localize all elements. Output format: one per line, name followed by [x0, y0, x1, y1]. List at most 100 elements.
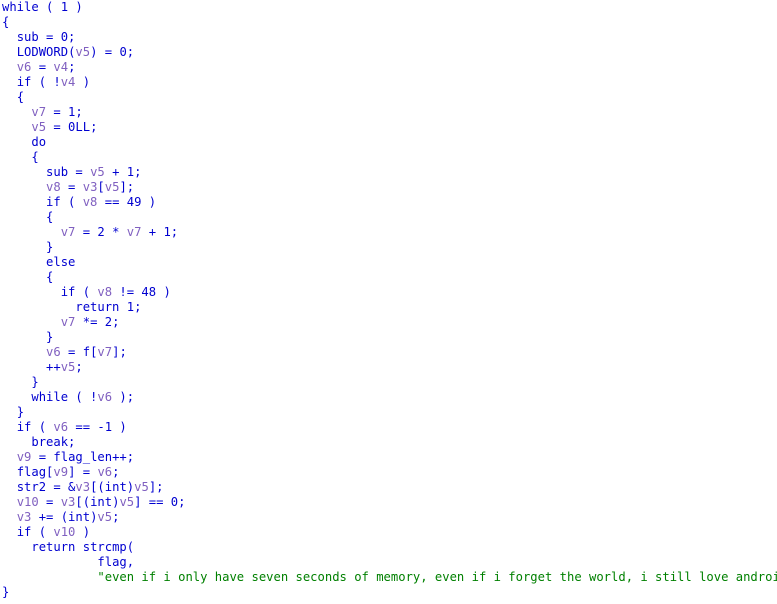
local-variable-token[interactable]: v10: [17, 495, 39, 509]
code-line[interactable]: }: [0, 405, 777, 420]
punctuation-token[interactable]: =: [61, 345, 83, 359]
punctuation-token[interactable]: =: [31, 450, 53, 464]
code-line[interactable]: v10 = v3[(int)v5] == 0;: [0, 495, 777, 510]
code-line[interactable]: return strcmp(: [0, 540, 777, 555]
keyword-token[interactable]: do: [31, 135, 46, 149]
code-line[interactable]: v7 = 1;: [0, 105, 777, 120]
keyword-token[interactable]: else: [46, 255, 75, 269]
local-variable-token[interactable]: v6: [17, 60, 32, 74]
punctuation-token[interactable]: + 1;: [105, 165, 141, 179]
local-variable-token[interactable]: v9: [53, 465, 68, 479]
code-line[interactable]: sub = 0;: [0, 30, 777, 45]
code-line[interactable]: v7 = 2 * v7 + 1;: [0, 225, 777, 240]
code-line[interactable]: if ( v6 == -1 ): [0, 420, 777, 435]
punctuation-token[interactable]: }: [46, 240, 53, 254]
local-variable-token[interactable]: v4: [61, 75, 76, 89]
code-line[interactable]: return 1;: [0, 300, 777, 315]
code-line[interactable]: {: [0, 270, 777, 285]
local-variable-token[interactable]: v8: [46, 180, 61, 194]
global-identifier-token[interactable]: sub: [17, 30, 39, 44]
global-identifier-token[interactable]: flag_len: [53, 450, 112, 464]
code-line[interactable]: if ( v8 != 48 ): [0, 285, 777, 300]
local-variable-token[interactable]: v3: [17, 510, 32, 524]
local-variable-token[interactable]: v7: [61, 315, 76, 329]
code-line[interactable]: "even if i only have seven seconds of me…: [0, 570, 777, 585]
local-variable-token[interactable]: v6: [97, 390, 112, 404]
code-line[interactable]: str2 = &v3[(int)v5];: [0, 480, 777, 495]
keyword-token[interactable]: while ( 1 ): [2, 0, 83, 14]
code-line[interactable]: else: [0, 255, 777, 270]
global-identifier-token[interactable]: strcmp: [83, 540, 127, 554]
punctuation-token[interactable]: == -1 ): [68, 420, 126, 434]
code-line[interactable]: [0, 600, 777, 604]
local-variable-token[interactable]: v7: [31, 105, 46, 119]
punctuation-token[interactable]: ;: [112, 510, 119, 524]
punctuation-token[interactable]: ];: [119, 180, 134, 194]
code-line[interactable]: if ( v8 == 49 ): [0, 195, 777, 210]
code-line[interactable]: sub = v5 + 1;: [0, 165, 777, 180]
punctuation-token[interactable]: ];: [112, 345, 127, 359]
local-variable-token[interactable]: v6: [46, 345, 61, 359]
punctuation-token[interactable]: ): [75, 75, 90, 89]
punctuation-token[interactable]: {: [17, 90, 24, 104]
local-variable-token[interactable]: v4: [53, 60, 68, 74]
local-variable-token[interactable]: v10: [53, 525, 75, 539]
code-line[interactable]: if ( v10 ): [0, 525, 777, 540]
global-identifier-token[interactable]: flag: [97, 555, 126, 569]
local-variable-token[interactable]: v5: [61, 360, 76, 374]
keyword-token[interactable]: return 1;: [75, 300, 141, 314]
punctuation-token[interactable]: ];: [149, 480, 164, 494]
code-line[interactable]: {: [0, 210, 777, 225]
punctuation-token[interactable]: }: [2, 585, 9, 599]
code-line[interactable]: flag[v9] = v6;: [0, 465, 777, 480]
local-variable-token[interactable]: v5: [119, 495, 134, 509]
string-literal-token[interactable]: "even if i only have seven seconds of me…: [97, 570, 777, 584]
punctuation-token[interactable]: = &: [46, 480, 75, 494]
punctuation-token[interactable]: [(int): [75, 495, 119, 509]
code-line[interactable]: {: [0, 90, 777, 105]
punctuation-token[interactable]: = 0LL;: [46, 120, 97, 134]
local-variable-token[interactable]: v5: [75, 45, 90, 59]
code-line[interactable]: }: [0, 375, 777, 390]
punctuation-token[interactable]: }: [46, 330, 53, 344]
keyword-token[interactable]: if (: [17, 420, 54, 434]
punctuation-token[interactable]: += (int): [31, 510, 98, 524]
punctuation-token[interactable]: == 49 ): [97, 195, 156, 209]
punctuation-token[interactable]: }: [31, 375, 38, 389]
code-line[interactable]: while ( !v6 );: [0, 390, 777, 405]
code-line[interactable]: flag,: [0, 555, 777, 570]
code-line[interactable]: v6 = f[v7];: [0, 345, 777, 360]
punctuation-token[interactable]: ++;: [112, 450, 134, 464]
code-line[interactable]: }: [0, 330, 777, 345]
punctuation-token[interactable]: + 1;: [141, 225, 178, 239]
punctuation-token[interactable]: =: [31, 60, 53, 74]
local-variable-token[interactable]: v8: [83, 195, 98, 209]
global-identifier-token[interactable]: str2: [17, 480, 46, 494]
punctuation-token[interactable]: ;: [112, 465, 119, 479]
local-variable-token[interactable]: v8: [97, 285, 112, 299]
punctuation-token[interactable]: *= 2;: [75, 315, 120, 329]
code-line[interactable]: if ( !v4 ): [0, 75, 777, 90]
local-variable-token[interactable]: v9: [17, 450, 32, 464]
keyword-token[interactable]: while ( !: [31, 390, 97, 404]
punctuation-token[interactable]: {: [46, 270, 53, 284]
local-variable-token[interactable]: v3: [83, 180, 98, 194]
local-variable-token[interactable]: v3: [75, 480, 90, 494]
code-line[interactable]: }: [0, 240, 777, 255]
keyword-token[interactable]: if (: [61, 285, 98, 299]
code-line[interactable]: v7 *= 2;: [0, 315, 777, 330]
code-line[interactable]: {: [0, 150, 777, 165]
pseudocode-view[interactable]: while ( 1 ){ sub = 0; LODWORD(v5) = 0; v…: [0, 0, 777, 604]
global-identifier-token[interactable]: sub: [46, 165, 68, 179]
punctuation-token[interactable]: ++: [46, 360, 61, 374]
punctuation-token[interactable]: != 48 ): [112, 285, 170, 299]
local-variable-token[interactable]: v7: [127, 225, 142, 239]
punctuation-token[interactable]: );: [112, 390, 134, 404]
punctuation-token[interactable]: = 2 *: [75, 225, 126, 239]
code-line[interactable]: ++v5;: [0, 360, 777, 375]
keyword-token[interactable]: if (: [46, 195, 83, 209]
local-variable-token[interactable]: v3: [61, 495, 76, 509]
code-line[interactable]: {: [0, 15, 777, 30]
local-variable-token[interactable]: v6: [97, 465, 112, 479]
punctuation-token[interactable]: ;: [75, 360, 82, 374]
